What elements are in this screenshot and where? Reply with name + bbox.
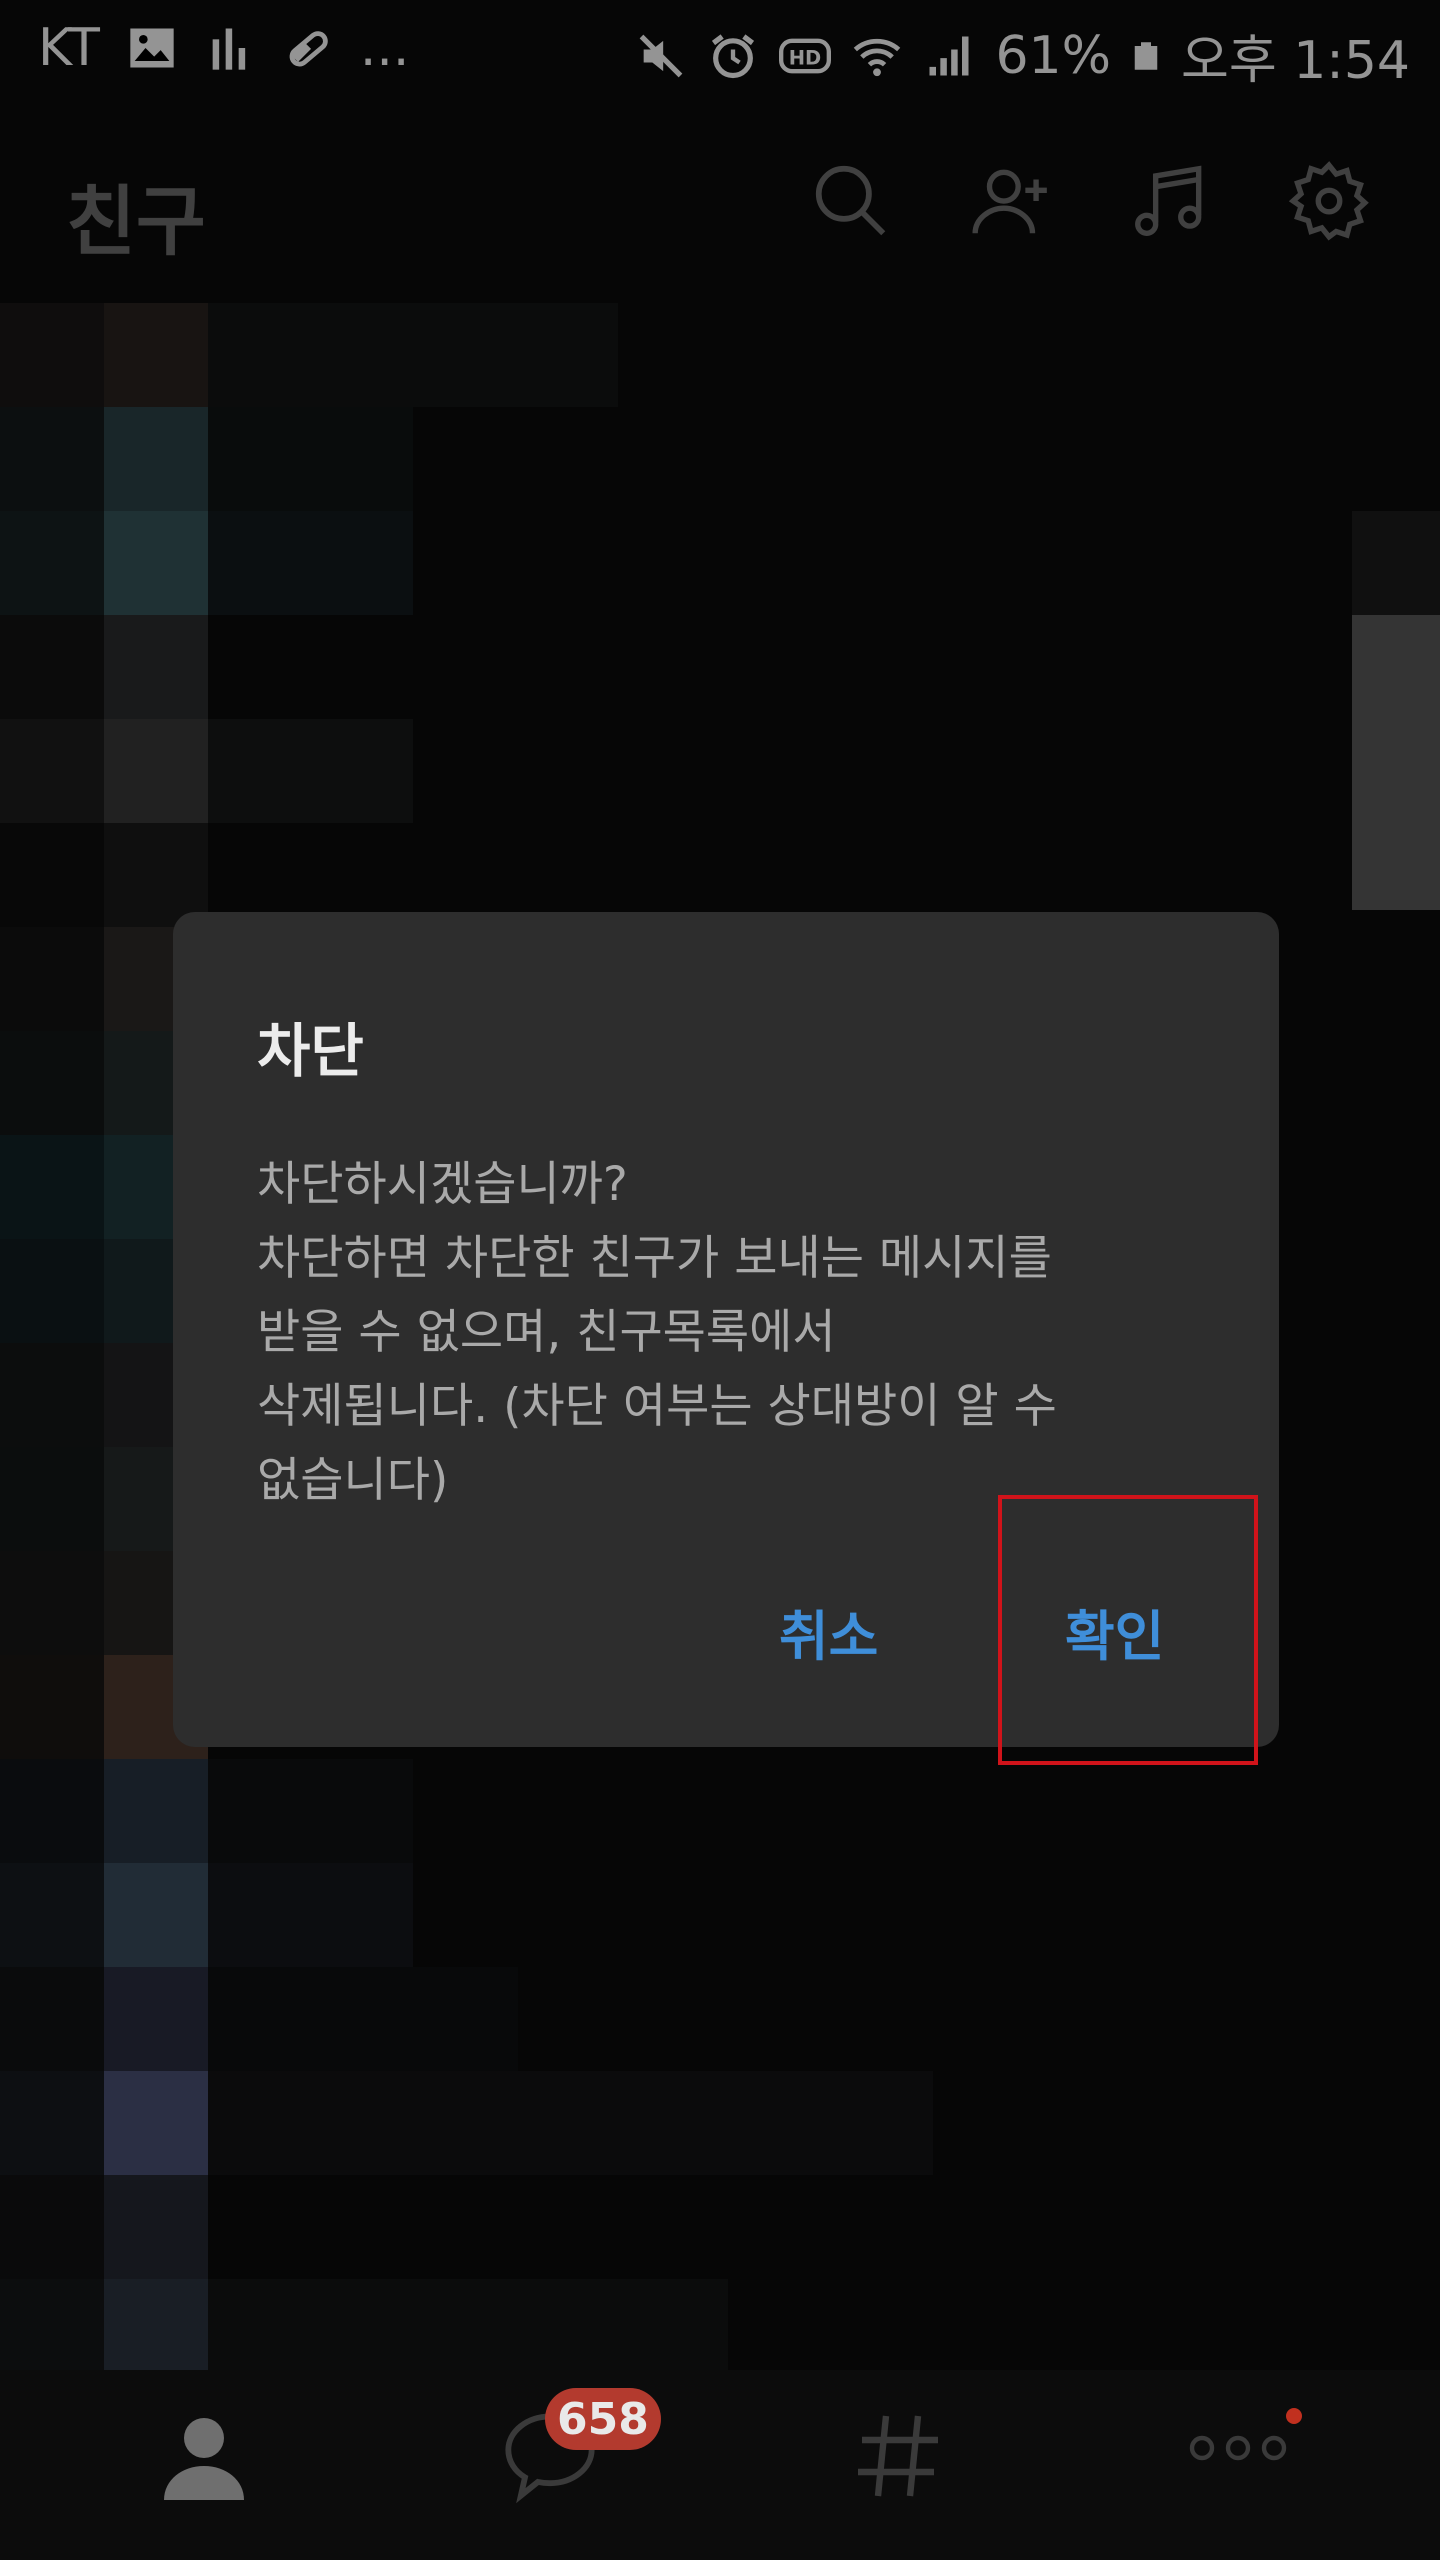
dialog-title: 차단 bbox=[257, 1017, 364, 1085]
nav-more-tab[interactable] bbox=[1080, 2370, 1440, 2560]
person-icon bbox=[164, 2418, 244, 2500]
nav-friends-tab[interactable] bbox=[0, 2370, 360, 2560]
nav-hashtag-tab[interactable] bbox=[720, 2370, 1080, 2560]
hashtag-icon bbox=[858, 2415, 938, 2497]
more-dots-icon bbox=[1189, 2435, 1287, 2461]
more-notification-dot bbox=[1286, 2408, 1302, 2424]
cancel-button[interactable]: 취소 bbox=[779, 1592, 878, 1671]
chat-unread-badge: 658 bbox=[545, 2388, 661, 2450]
dialog-message-line: 받을 수 없으며, 친구목록에서 bbox=[257, 1305, 836, 1360]
dialog-message: 차단하시겠습니까? 차단하면 차단한 친구가 보내는 메시지를 받을 수 없으며… bbox=[257, 1148, 1217, 1518]
bottom-nav bbox=[0, 2370, 1440, 2560]
dialog-message-line: 차단하면 차단한 친구가 보내는 메시지를 bbox=[257, 1231, 1052, 1286]
dialog-message-line: 차단하시겠습니까? bbox=[257, 1157, 628, 1212]
nav-chats-tab[interactable] bbox=[360, 2370, 720, 2560]
dialog-message-line: 삭제됩니다. (차단 여부는 상대방이 알 수 bbox=[257, 1379, 1057, 1434]
confirm-highlight-box bbox=[998, 1495, 1258, 1765]
